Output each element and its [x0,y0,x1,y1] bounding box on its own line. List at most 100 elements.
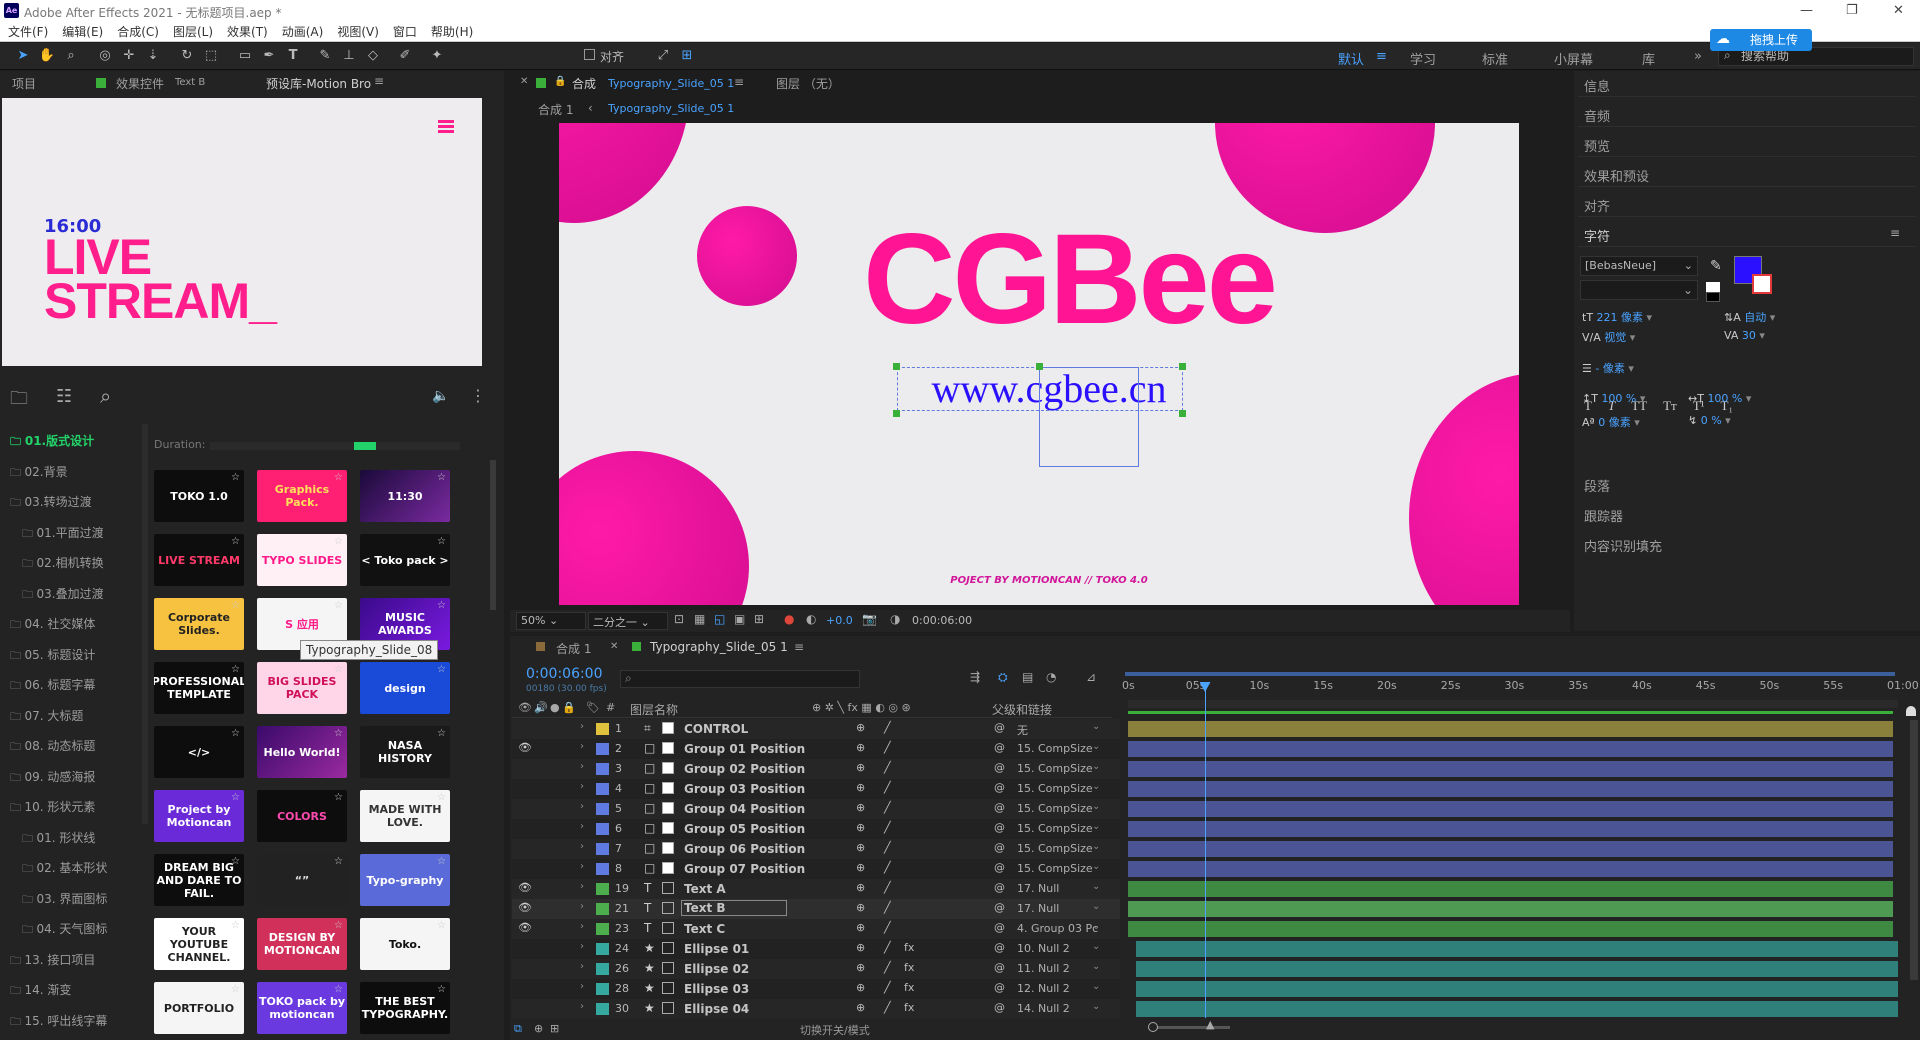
favorite-star-icon[interactable]: ☆ [334,856,343,867]
vertical-scale-field[interactable]: ↕T 100 % ▾ [1582,392,1645,405]
expand-chevron-icon[interactable]: › [580,861,584,872]
tab-layer[interactable]: 图层 （无） [776,75,840,92]
quality-switch-icon[interactable]: ╱ [884,941,891,954]
parent-select[interactable]: 11. Null 2 [1017,962,1070,975]
layer-name[interactable]: CONTROL [684,722,748,736]
comp-name[interactable]: Typography_Slide_05 1 [608,77,734,90]
panel-section-1[interactable]: 音频 [1584,106,1610,125]
label-color-swatch[interactable] [596,863,609,875]
transform-handle[interactable] [893,363,900,370]
preset-thumbnail[interactable]: DESIGN BY MOTIONCAN ☆ [257,918,347,970]
show-snapshot-icon[interactable]: ◑ [890,612,900,626]
minimize-icon[interactable]: — [1800,3,1813,18]
toggle-switches-modes[interactable]: 切换开关/模式 [800,1022,870,1038]
quality-switch-icon[interactable]: ╱ [884,981,891,994]
expand-chevron-icon[interactable]: › [580,721,584,732]
layer-name[interactable]: Group 04 Position [684,802,805,816]
pickwhip-icon[interactable]: @ [994,921,1005,934]
visibility-eye-icon[interactable]: 👁 [518,921,532,934]
workspace-more-icon[interactable]: » [1694,49,1702,64]
character-menu-icon[interactable]: ≡ [1890,226,1900,240]
quality-switch-icon[interactable]: ╱ [884,961,891,974]
shy-switch-icon[interactable]: ⊕ [856,861,865,874]
layer-name[interactable]: Group 01 Position [684,742,805,756]
workspace-learn[interactable]: 学习 [1410,49,1436,68]
pickwhip-icon[interactable]: @ [994,941,1005,954]
parent-select[interactable]: 15. CompSize [1017,762,1093,775]
label-color-swatch[interactable] [596,823,609,835]
preset-thumbnail[interactable]: NASA HISTORY ☆ [360,726,450,778]
layer-name[interactable]: Group 06 Position [684,842,805,856]
category-item[interactable]: 🗀 06. 标题字幕 [10,676,95,696]
pickwhip-icon[interactable]: @ [994,841,1005,854]
favorite-star-icon[interactable]: ☆ [231,664,240,675]
category-item[interactable]: 🗀 02.相机转换 [22,554,104,574]
shy-switch-icon[interactable]: ⊕ [856,981,865,994]
label-color-swatch[interactable] [596,843,609,855]
quality-switch-icon[interactable]: ╱ [884,921,891,934]
shy-switch-icon[interactable]: ⊕ [856,921,865,934]
workspace-small-screen[interactable]: 小屏幕 [1554,49,1593,68]
quality-switch-icon[interactable]: ╱ [884,901,891,914]
label-color-swatch[interactable] [596,983,609,995]
layer-duration-bar[interactable] [1128,721,1893,737]
expand-chevron-icon[interactable]: › [580,901,584,912]
label-color-swatch[interactable] [596,943,609,955]
preset-thumbnail[interactable]: LIVE STREAM ☆ [154,534,244,586]
zoom-slider-handle[interactable] [1148,1022,1158,1032]
favorite-star-icon[interactable]: ☆ [437,728,446,739]
align-checkbox[interactable] [584,49,595,60]
preset-thumbnail[interactable]: PORTFOLIO ☆ [154,982,244,1034]
layer-row[interactable]: › 8 □ Group 07 Position ⊕ ╱ @15. CompSize ⌄ [512,859,1120,879]
channel-icon[interactable]: ● [784,612,794,626]
transform-handle[interactable] [1036,363,1043,370]
brush-tool-icon[interactable]: ✎ [316,47,334,65]
favorite-star-icon[interactable]: ☆ [231,792,240,803]
grid-icon[interactable]: ⊞ [754,612,764,626]
preset-thumbnail[interactable]: PROFESSIONAL TEMPLATE ☆ [154,662,244,714]
duration-slider[interactable] [210,442,460,450]
expand-chevron-icon[interactable]: › [580,801,584,812]
panel-section-0[interactable]: 信息 [1584,76,1610,95]
tab-project[interactable]: 项目 [12,75,36,92]
shy-switch-icon[interactable]: ⊕ [856,721,865,734]
favorite-star-icon[interactable]: ☆ [437,792,446,803]
category-item[interactable]: 🗀 01. 形状线 [22,829,95,849]
rectangle-tool-icon[interactable]: ▭ [236,47,254,65]
exposure-value[interactable]: +0.0 [826,614,853,627]
rotate-tool-icon[interactable]: ↻ [178,47,196,65]
parent-select[interactable]: 14. Null 2 [1017,1002,1070,1015]
menu-item[interactable]: 合成(C) [117,23,159,40]
orbit-tool-icon[interactable]: ◎ [96,47,114,65]
category-item[interactable]: 🗀 08. 动态标题 [10,737,95,757]
preset-thumbnail[interactable]: Typo-graphy ☆ [360,854,450,906]
settings-sliders-icon[interactable]: ☷ [56,386,72,407]
tsume-field[interactable]: ↯ 0 % ▾ [1688,414,1731,427]
favorite-star-icon[interactable]: ☆ [437,472,446,483]
shy-switch-icon[interactable]: ⊕ [856,801,865,814]
expand-chevron-icon[interactable]: › [580,881,584,892]
parent-select[interactable]: 15. CompSize [1017,782,1093,795]
category-item[interactable]: 🗀 04. 天气图标 [22,920,107,940]
expand-chevron-icon[interactable]: › [580,941,584,952]
pickwhip-icon[interactable]: @ [994,1001,1005,1014]
font-style-select[interactable]: ⌄ [1580,280,1698,300]
expand-chevron-icon[interactable]: › [580,981,584,992]
quality-switch-icon[interactable]: ╱ [884,841,891,854]
black-swatch[interactable] [1706,292,1720,302]
guides-icon[interactable]: ▣ [734,612,745,626]
quality-switch-icon[interactable]: ╱ [884,821,891,834]
work-area-range[interactable] [1125,672,1895,676]
tab-motion-bro[interactable]: 预设库-Motion Bro [266,75,371,92]
layer-search-input[interactable]: ⌕ [620,670,860,688]
tab-typography-slide[interactable]: Typography_Slide_05 1 [650,640,788,654]
visibility-eye-icon[interactable]: 👁 [518,901,532,914]
pickwhip-icon[interactable]: @ [994,861,1005,874]
label-color-swatch[interactable] [596,803,609,815]
label-color-swatch[interactable] [596,963,609,975]
pickwhip-icon[interactable]: @ [994,961,1005,974]
layer-row[interactable]: › 4 □ Group 03 Position ⊕ ╱ @15. CompSize ⌄ [512,779,1120,799]
frame-blending-icon[interactable]: ◔ [1046,670,1056,684]
shy-switch-icon[interactable]: ⊕ [856,741,865,754]
shy-switch-icon[interactable]: ⊕ [856,941,865,954]
